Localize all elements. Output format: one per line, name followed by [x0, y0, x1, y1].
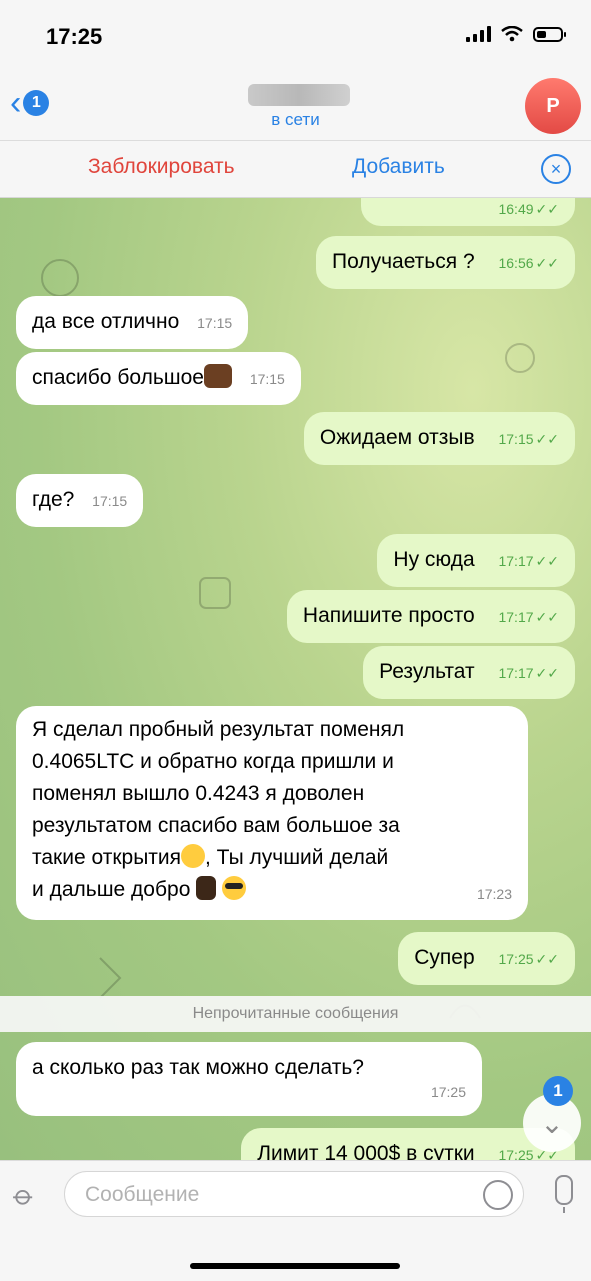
avatar[interactable]: Р [525, 78, 581, 134]
microphone-icon[interactable] [555, 1175, 573, 1213]
message-text: Напишите просто [302, 604, 475, 627]
signal-icon [466, 26, 491, 42]
message-time: 17:15 [92, 493, 128, 509]
read-check-icon: ✓✓ [535, 255, 559, 271]
message-time: 17:25 [430, 1084, 466, 1100]
message-time: 17:15 [197, 315, 233, 331]
message-time: 16:56 [498, 255, 534, 271]
sunglasses-emoji [222, 876, 247, 900]
message-bubble[interactable]: Супер 17:25 ✓✓ [398, 932, 575, 985]
read-check-icon: ✓✓ [535, 951, 559, 967]
message-bubble[interactable]: где? 17:15 [16, 474, 144, 527]
read-check-icon: ✓✓ [535, 665, 559, 681]
message-input-box[interactable] [64, 1171, 524, 1217]
message-line: Я сделал пробный результат поменял [32, 718, 405, 741]
chat-header: ‹ 1 в сети Р [0, 70, 591, 141]
home-indicator [190, 1263, 400, 1269]
unread-messages-divider: Непрочитанные сообщения [0, 996, 591, 1032]
message-text: где? [32, 488, 75, 511]
message-time: 17:17 [498, 609, 534, 625]
read-check-icon: ✓✓ [535, 431, 559, 447]
add-contact-button[interactable]: Добавить [352, 155, 445, 179]
message-bubble[interactable]: Ожидаем отзыв 17:15 ✓✓ [303, 412, 575, 465]
message-text: да все отлично [32, 310, 180, 333]
status-bar: 17:25 [0, 0, 591, 70]
message-line-group: и дальше добро [32, 874, 512, 906]
contact-action-bar: Заблокировать Добавить × [0, 141, 591, 198]
message-text: а сколько раз так можно сделать? [32, 1056, 364, 1079]
paperclip-icon[interactable]: ⌀ [7, 1178, 42, 1213]
message-text: спасибо большое [32, 366, 204, 389]
message-bubble[interactable]: Получаеться ? 16:56 ✓✓ [316, 236, 575, 289]
message-time: 17:15 [249, 371, 285, 387]
close-icon[interactable]: × [541, 154, 571, 184]
message-bubble[interactable]: Я сделал пробный результат поменял 0.406… [16, 706, 528, 920]
message-time: 17:23 [476, 886, 512, 902]
message-line: поменял вышло 0.4243 я доволен [32, 782, 365, 805]
chevron-down-icon: ⌄ [540, 1107, 564, 1139]
message-text: Результат [379, 660, 475, 683]
message-text: Получаеться ? [332, 250, 475, 273]
message-bubble[interactable]: Ну сюда 17:17 ✓✓ [377, 534, 575, 587]
call-me-hand-emoji [203, 364, 232, 388]
wink-emoji [181, 844, 206, 868]
message-line: и дальше добро [32, 878, 191, 901]
wifi-icon [501, 26, 523, 42]
message-bubble[interactable]: да все отлично 17:15 [16, 296, 249, 349]
message-time: 17:15 [498, 431, 534, 447]
message-bubble[interactable]: а сколько раз так можно сделать? 17:25 [16, 1042, 482, 1116]
message-time: 17:25 [498, 1147, 534, 1160]
status-icons [466, 26, 566, 42]
contact-name-redacted[interactable] [248, 84, 350, 106]
message-bubble[interactable]: Напишите просто 17:17 ✓✓ [286, 590, 575, 643]
message-line: 0.4065LTC и обратно когда пришли и [32, 750, 394, 773]
sticker-icon[interactable] [483, 1180, 513, 1210]
message-bubble[interactable]: Результат 17:17 ✓✓ [363, 646, 575, 699]
status-time: 17:25 [46, 24, 103, 49]
message-line: результатом спасибо вам большое за [32, 814, 400, 837]
unread-badge: 1 [543, 1076, 573, 1106]
message-time: 17:25 [498, 951, 534, 967]
message-list[interactable]: 16:49 ✓✓ Получаеться ? 16:56 ✓✓ да все отл… [0, 198, 591, 1160]
message-text: Ожидаем отзыв [319, 426, 475, 449]
message-text: Лимит 14 000$ в сутки [257, 1142, 475, 1160]
message-input[interactable] [83, 1180, 467, 1210]
read-check-icon: ✓✓ [535, 609, 559, 625]
message-time: 17:17 [498, 665, 534, 681]
message-line-group: такие открытия , Ты лучший делай [32, 842, 512, 874]
message-line: , Ты лучший делай [205, 846, 389, 869]
battery-icon [533, 26, 566, 42]
message-text: Супер [414, 946, 475, 969]
composer-bar: ⌀ [0, 1160, 591, 1281]
block-button[interactable]: Заблокировать [88, 155, 235, 179]
message-bubble[interactable]: спасибо большое 17:15 [16, 352, 301, 405]
message-text: Ну сюда [393, 548, 475, 571]
read-check-icon: ✓✓ [535, 553, 559, 569]
message-bubble[interactable]: 16:49 ✓✓ [361, 198, 575, 226]
crossed-fingers-emoji [196, 876, 217, 900]
message-line: такие открытия [32, 846, 182, 869]
read-check-icon: ✓✓ [535, 201, 559, 217]
message-time: 17:17 [498, 553, 534, 569]
online-status: в сети [271, 110, 320, 129]
message-time: 16:49 [498, 201, 534, 217]
